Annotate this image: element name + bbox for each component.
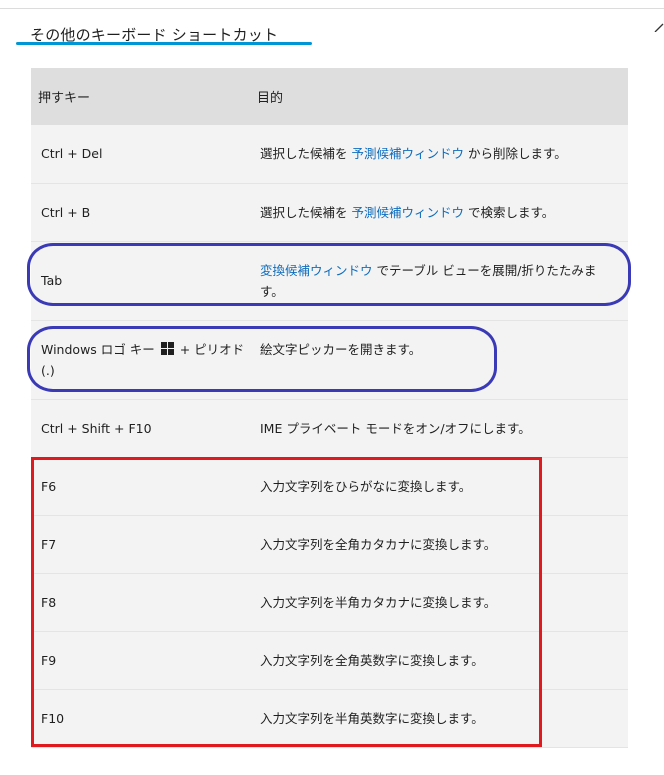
shortcuts-table: 押すキー 目的 Ctrl + Del 選択した候補を 予測候補ウィンドウ から削… [31, 68, 628, 748]
header-key: 押すキー [31, 68, 255, 125]
table-row: Ctrl + B 選択した候補を 予測候補ウィンドウ で検索します。 [31, 183, 628, 242]
section-title-underline [16, 42, 312, 45]
key-text: Windows ロゴ キー [41, 341, 159, 357]
key-cell: Tab [31, 241, 255, 321]
prediction-window-link[interactable]: 予測候補ウィンドウ [351, 205, 464, 220]
table-row: F10 入力文字列を半角英数字に変換します。 [31, 689, 628, 748]
candidate-window-link[interactable]: 変換候補ウィンドウ [260, 263, 373, 278]
purpose-cell: 選択した候補を 予測候補ウィンドウ で検索します。 [255, 183, 628, 242]
table-row: Windows ロゴ キー + ピリオド (.) 絵文字ピッカーを開きます。 [31, 320, 628, 400]
purpose-cell: 変換候補ウィンドウ でテーブル ビューを展開/折りたたみます。 [255, 241, 628, 321]
key-cell: F8 [31, 573, 255, 632]
chevron-up-icon[interactable] [638, 8, 664, 32]
key-cell: Ctrl + Del [31, 125, 255, 184]
purpose-text: 選択した候補を [260, 146, 352, 162]
purpose-cell: 絵文字ピッカーを開きます。 [255, 320, 628, 400]
table-row: F7 入力文字列を全角カタカナに変換します。 [31, 515, 628, 574]
key-cell: Windows ロゴ キー + ピリオド (.) [31, 320, 255, 400]
windows-logo-icon [160, 341, 174, 355]
purpose-text: で検索します。 [464, 204, 555, 220]
table-row: F6 入力文字列をひらがなに変換します。 [31, 457, 628, 516]
section-header[interactable]: その他のキーボード ショートカット [16, 12, 656, 48]
table-row: F8 入力文字列を半角カタカナに変換します。 [31, 573, 628, 632]
key-cell: F9 [31, 631, 255, 690]
table-row: F9 入力文字列を全角英数字に変換します。 [31, 631, 628, 690]
header-purpose: 目的 [255, 68, 628, 125]
key-cell: Ctrl + B [31, 183, 255, 242]
key-cell: F7 [31, 515, 255, 574]
purpose-text: から削除します。 [464, 146, 567, 162]
key-cell: F10 [31, 689, 255, 748]
purpose-cell: IME プライベート モードをオン/オフにします。 [255, 399, 628, 458]
table-row: Ctrl + Del 選択した候補を 予測候補ウィンドウ から削除します。 [31, 125, 628, 184]
purpose-cell: 入力文字列を半角英数字に変換します。 [255, 689, 628, 748]
table-row: Tab 変換候補ウィンドウ でテーブル ビューを展開/折りたたみます。 [31, 241, 628, 321]
purpose-cell: 入力文字列を全角英数字に変換します。 [255, 631, 628, 690]
purpose-cell: 入力文字列をひらがなに変換します。 [255, 457, 628, 516]
purpose-cell: 入力文字列を半角カタカナに変換します。 [255, 573, 628, 632]
key-cell: F6 [31, 457, 255, 516]
table-header-row: 押すキー 目的 [31, 68, 628, 125]
table-row: Ctrl + Shift + F10 IME プライベート モードをオン/オフに… [31, 399, 628, 458]
purpose-text: 選択した候補を [260, 204, 352, 220]
top-divider [0, 8, 664, 9]
purpose-cell: 入力文字列を全角カタカナに変換します。 [255, 515, 628, 574]
key-cell: Ctrl + Shift + F10 [31, 399, 255, 458]
purpose-cell: 選択した候補を 予測候補ウィンドウ から削除します。 [255, 125, 628, 184]
prediction-window-link[interactable]: 予測候補ウィンドウ [351, 146, 464, 161]
